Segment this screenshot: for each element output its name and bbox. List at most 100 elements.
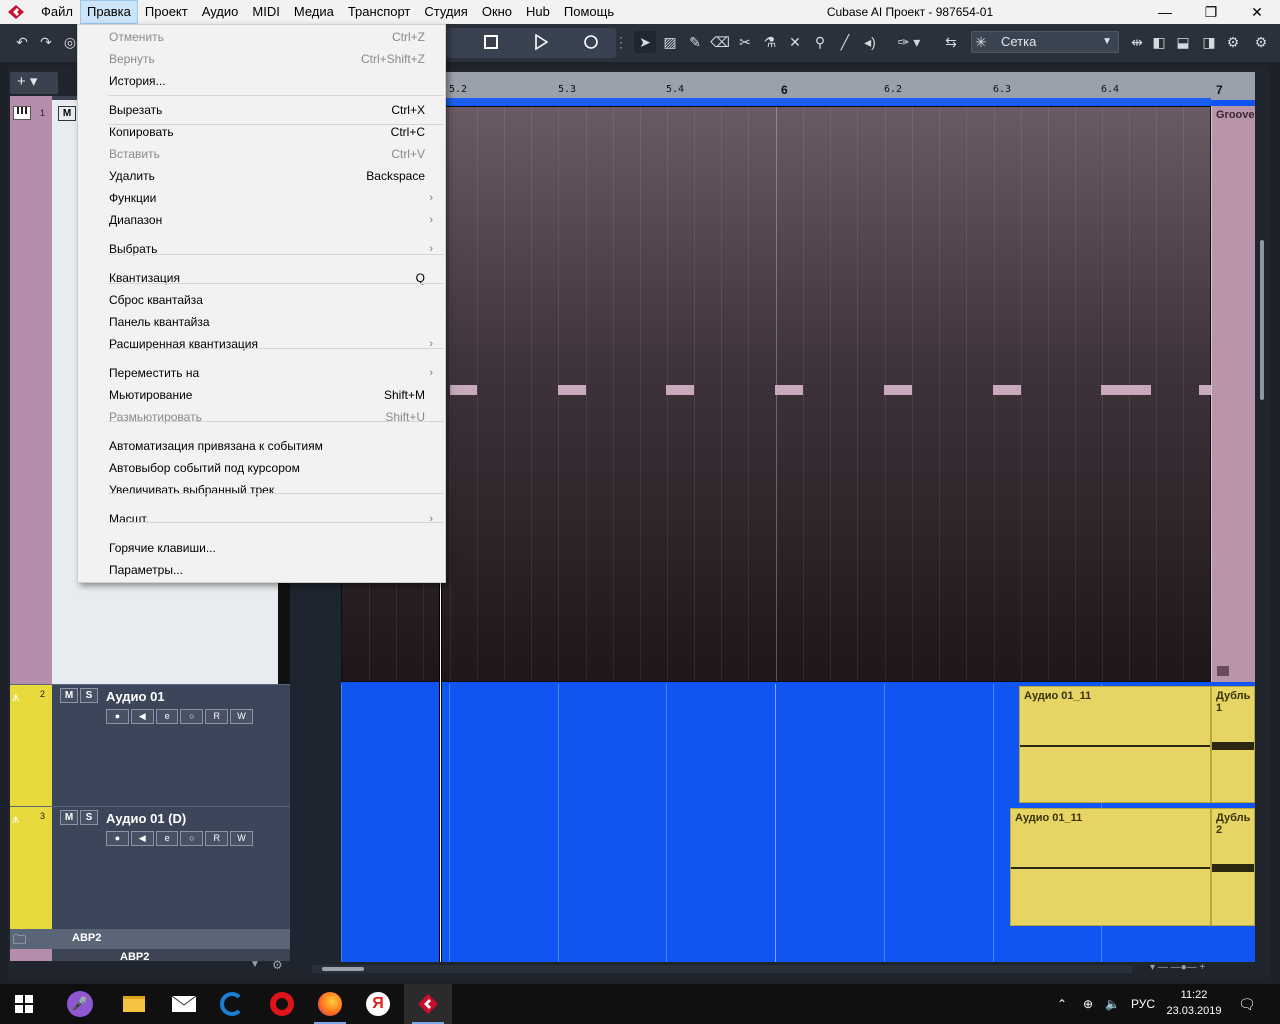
read-automation-button[interactable]: R	[205, 831, 229, 846]
network-icon[interactable]: ⊕	[1083, 984, 1093, 1024]
track-name[interactable]: Аудио 01	[106, 689, 165, 704]
scrollbar-thumb[interactable]	[322, 967, 364, 971]
glue-tool-icon[interactable]: ⚗	[759, 31, 781, 53]
settings-gear-icon[interactable]: ⚙	[1250, 31, 1272, 53]
edit-history-icon[interactable]: ◎	[62, 31, 78, 53]
groove-part[interactable]: Groove	[1211, 106, 1255, 682]
menu-item-delete[interactable]: Удалить Backspace	[78, 165, 445, 187]
right-zone-icon[interactable]: ◨	[1198, 31, 1220, 53]
close-button[interactable]: ✕	[1234, 0, 1280, 24]
menu-help[interactable]: Помощь	[557, 0, 621, 24]
ccleaner-icon[interactable]	[208, 984, 256, 1024]
restore-button[interactable]: ❐	[1188, 0, 1234, 24]
midi-note[interactable]	[666, 385, 694, 395]
windows-start-icon[interactable]	[0, 984, 48, 1024]
mail-icon[interactable]	[160, 984, 208, 1024]
scrollbar-thumb[interactable]	[1260, 240, 1264, 400]
audio-event[interactable]: Аудио 01_11	[1019, 686, 1211, 803]
read-automation-button[interactable]: R	[205, 709, 229, 724]
input-language[interactable]: РУС	[1131, 984, 1155, 1024]
add-track-button[interactable]: + ▾	[10, 72, 58, 94]
menu-transport[interactable]: Транспорт	[341, 0, 418, 24]
opera-browser-icon[interactable]	[258, 984, 306, 1024]
menu-item-history[interactable]: История...	[78, 70, 445, 92]
menu-media[interactable]: Медиа	[287, 0, 341, 24]
midi-note[interactable]	[1101, 385, 1151, 395]
play-tool-icon[interactable]: ◂)	[859, 31, 881, 53]
track-settings-gear-icon[interactable]: ⚙	[272, 958, 283, 972]
audio-event[interactable]: Дубль 1	[1211, 686, 1255, 803]
menu-item-preferences[interactable]: Параметры...	[78, 559, 445, 581]
write-automation-button[interactable]: W	[230, 709, 253, 724]
menu-item-cut[interactable]: Вырезать Ctrl+X	[78, 99, 445, 121]
record-enable-button[interactable]: ●	[106, 831, 129, 846]
setup-window-icon[interactable]: ⚙	[1222, 31, 1244, 53]
midi-note[interactable]	[450, 385, 477, 395]
lock-button[interactable]: ○	[180, 831, 204, 846]
draw-tool-icon[interactable]: ✎	[684, 31, 706, 53]
mute-button[interactable]: M	[60, 810, 78, 825]
yandex-browser-icon[interactable]: Я	[354, 984, 402, 1024]
menu-item-unmute[interactable]: Размьютировать Shift+U	[78, 406, 445, 428]
edit-channel-button[interactable]: e	[155, 709, 179, 724]
select-tool-icon[interactable]: ➤	[634, 31, 656, 53]
mute-button[interactable]: M	[58, 106, 76, 121]
firefox-browser-icon[interactable]	[306, 984, 354, 1024]
menu-midi[interactable]: MIDI	[245, 0, 286, 24]
audio-event[interactable]: Аудио 01_11	[1010, 808, 1211, 926]
write-automation-button[interactable]: W	[230, 831, 253, 846]
taskbar-clock[interactable]: 11:22 23.03.2019	[1166, 987, 1222, 1019]
menu-window[interactable]: Окно	[475, 0, 519, 24]
track-3-header[interactable]: ⩚ 3 M S Аудио 01 (D) ● ◀ e ○ R W	[10, 806, 290, 929]
record-icon[interactable]	[580, 31, 602, 53]
midi-note[interactable]	[1199, 385, 1211, 395]
menu-hub[interactable]: Hub	[519, 0, 557, 24]
midi-note[interactable]	[993, 385, 1021, 395]
zoom-tool-icon[interactable]: ⚲	[809, 31, 831, 53]
project-cursor[interactable]	[439, 560, 442, 962]
solo-button[interactable]: S	[80, 688, 98, 703]
menu-item-auto-select-events[interactable]: Автовыбор событий под курсором	[78, 457, 445, 479]
menu-audio[interactable]: Аудио	[195, 0, 246, 24]
menu-item-paste[interactable]: Вставить Ctrl+V	[78, 143, 445, 165]
loop-range-bar[interactable]	[441, 98, 1211, 105]
monitor-button[interactable]: ◀	[130, 831, 154, 846]
menu-item-quantize[interactable]: Квантизация Q	[78, 267, 445, 289]
horizontal-scrollbar[interactable]	[312, 965, 1132, 973]
zoom-slider[interactable]: ▾ — —●— +	[1150, 962, 1205, 973]
menu-item-zoom[interactable]: Масшт. ›	[78, 508, 445, 530]
track-2-header[interactable]: ⩚ 2 M S Аудио 01 ● ◀ e ○ R W	[10, 684, 290, 806]
volume-icon[interactable]: 🔈	[1105, 984, 1120, 1024]
menu-item-auto-follows-events[interactable]: Автоматизация привязана к событиям	[78, 435, 445, 457]
snap-icon[interactable]: ⇆	[940, 31, 962, 53]
menu-item-select[interactable]: Выбрать ›	[78, 238, 445, 260]
track-name[interactable]: Аудио 01 (D)	[106, 811, 186, 826]
menu-item-functions[interactable]: Функции ›	[78, 187, 445, 209]
part-handle-icon[interactable]	[1217, 666, 1229, 676]
folder-subtrack-header[interactable]: ABP2	[10, 949, 290, 961]
left-zone-icon[interactable]: ◧	[1148, 31, 1170, 53]
snap-mode-icon[interactable]: ✳	[970, 31, 992, 53]
menu-item-redo[interactable]: Вернуть Ctrl+Shift+Z	[78, 48, 445, 70]
range-tool-icon[interactable]: ▨	[659, 31, 681, 53]
stop-icon[interactable]	[480, 31, 502, 53]
audio-event[interactable]: Дубль 2	[1211, 808, 1255, 926]
menu-edit[interactable]: Правка	[79, 0, 138, 24]
mute-tool-icon[interactable]: ✕	[784, 31, 806, 53]
midi-part-editor[interactable]	[341, 106, 1211, 682]
erase-tool-icon[interactable]: ⌫	[709, 31, 731, 53]
menu-item-move-to[interactable]: Переместить на ›	[78, 362, 445, 384]
lower-zone-icon[interactable]: ⬓	[1172, 31, 1194, 53]
edit-channel-button[interactable]: e	[155, 831, 179, 846]
menu-item-key-commands[interactable]: Горячие клавиши...	[78, 537, 445, 559]
midi-note[interactable]	[884, 385, 912, 395]
mute-button[interactable]: M	[60, 688, 78, 703]
menu-item-undo[interactable]: Отменить Ctrl+Z	[78, 26, 445, 48]
midi-note[interactable]	[558, 385, 586, 395]
folder-track-header[interactable]: 🗀 ABP2	[10, 929, 290, 949]
lock-button[interactable]: ○	[180, 709, 204, 724]
file-explorer-icon[interactable]	[110, 984, 158, 1024]
menu-file[interactable]: Файл	[34, 0, 80, 24]
vertical-scrollbar[interactable]	[1256, 100, 1270, 960]
menu-studio[interactable]: Студия	[417, 0, 474, 24]
